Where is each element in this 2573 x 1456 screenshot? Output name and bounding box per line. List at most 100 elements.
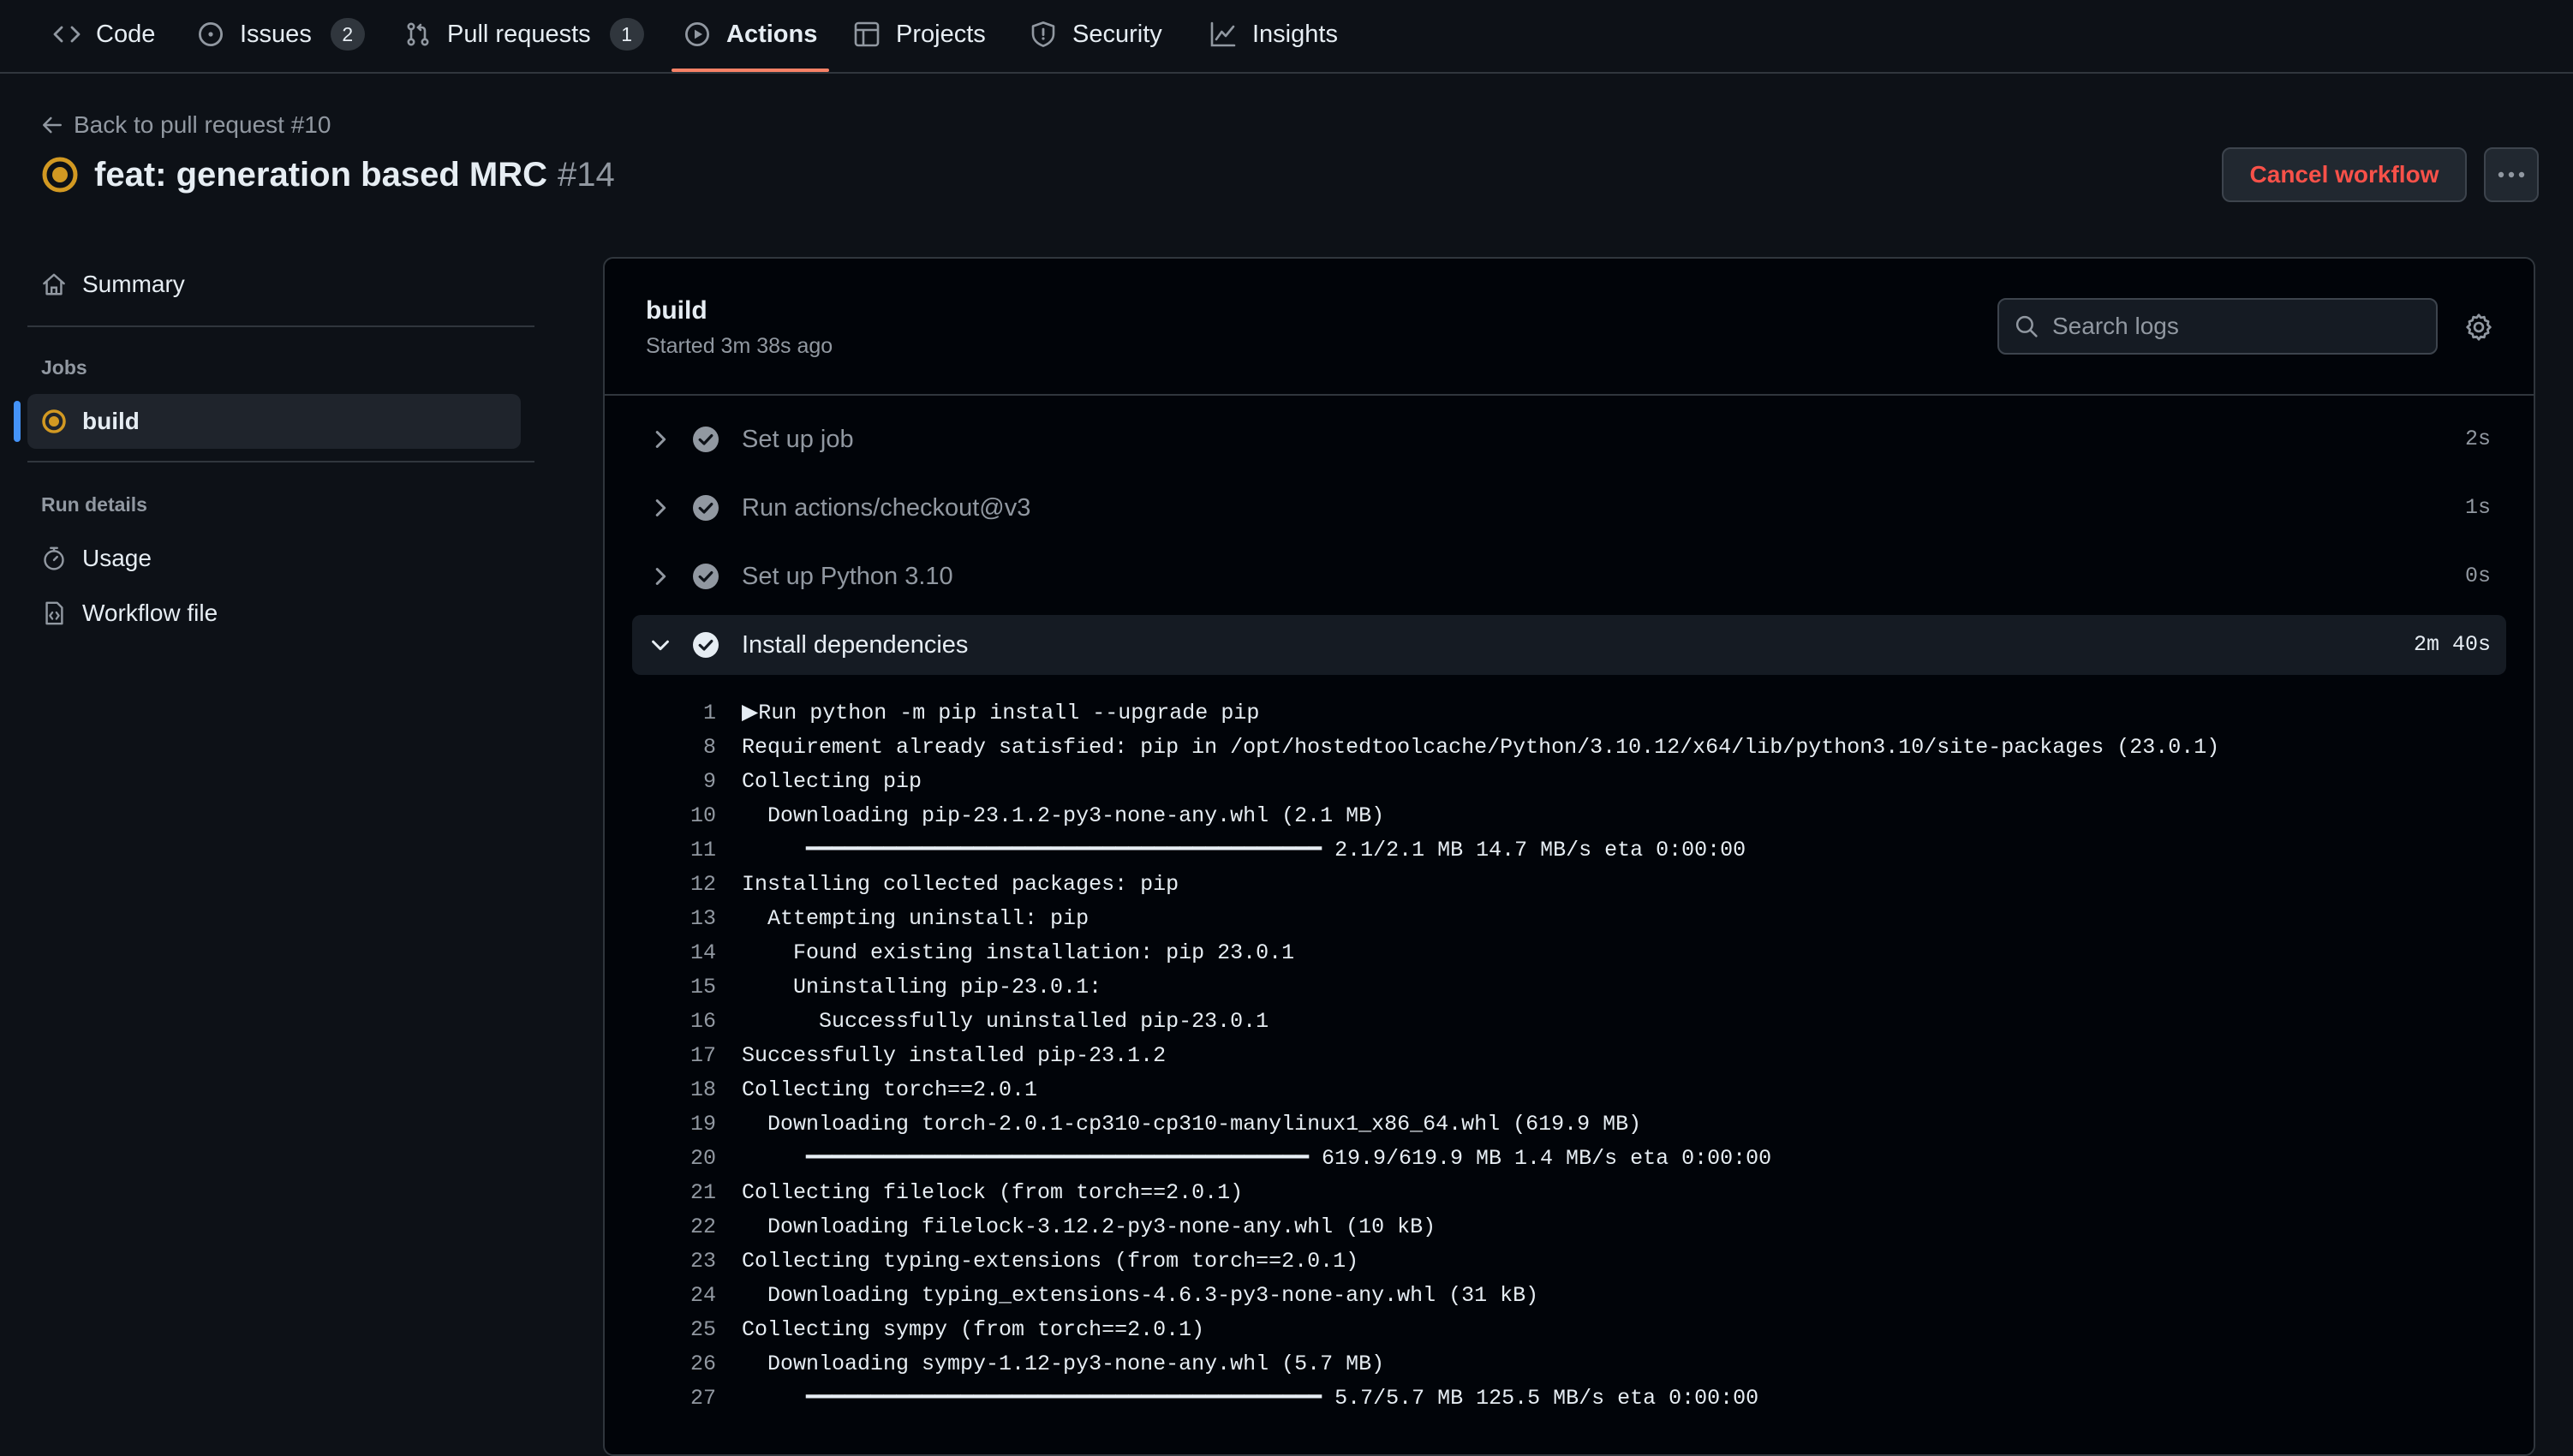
issues-count-badge: 2 [330,18,365,51]
arrow-left-icon [43,116,62,134]
workflow-run-title: feat: generation based MRC [94,155,547,194]
home-icon [43,273,65,295]
tab-actions-label: Actions [726,20,818,48]
chevron-down-icon [652,640,669,651]
check-circle-icon [693,427,719,452]
chevron-right-icon [655,499,666,516]
line-number[interactable]: 22 [632,1210,716,1244]
line-number[interactable]: 8 [632,731,716,765]
line-number[interactable]: 26 [632,1347,716,1381]
line-number[interactable]: 15 [632,970,716,1005]
tab-insights[interactable]: Insights [1209,0,1338,69]
log-line: 23 Collecting typing-extensions (from tor… [632,1244,2506,1279]
play-icon [684,21,710,47]
check-circle-icon [693,564,719,589]
log-text: Collecting torch==2.0.1 [742,1077,1038,1102]
line-number[interactable]: 27 [632,1381,716,1416]
search-logs-input[interactable] [2051,312,2414,341]
line-number[interactable]: 20 [632,1142,716,1176]
tab-issues[interactable]: Issues 2 [197,0,365,69]
log-line: 24 Downloading typing_extensions-4.6.3-p… [632,1279,2506,1313]
log-text[interactable]: ▶Run python -m pip install --upgrade pip [742,696,1259,731]
search-logs-field[interactable] [1997,298,2438,355]
log-text: ━━━━━━━━━━━━━━━━━━━━━━━━━━━━━━━━━━━━━━━ … [742,1146,1772,1171]
back-to-pull-request-link[interactable]: Back to pull request #10 [41,110,331,140]
line-number[interactable]: 21 [632,1176,716,1210]
step-set-up-job[interactable]: Set up job 2s [632,409,2506,469]
line-number[interactable]: 19 [632,1107,716,1142]
log-text: Collecting filelock (from torch==2.0.1) [742,1180,1244,1205]
issue-opened-icon [198,21,224,47]
step-set-up-python[interactable]: Set up Python 3.10 0s [632,546,2506,606]
tab-actions[interactable]: Actions [671,0,830,72]
log-text: Successfully installed pip-23.1.2 [742,1043,1167,1068]
log-line: 16 Successfully uninstalled pip-23.0.1 [632,1005,2506,1039]
sidebar-item-summary[interactable]: Summary [41,264,185,305]
kebab-horizontal-icon [2498,171,2525,178]
log-line: 9 Collecting pip [632,765,2506,799]
step-name: Run actions/checkout@v3 [742,494,1031,522]
line-number[interactable]: 13 [632,902,716,936]
log-line: 25 Collecting sympy (from torch==2.0.1) [632,1313,2506,1347]
step-install-dependencies[interactable]: Install dependencies 2m 40s [632,615,2506,675]
line-number[interactable]: 25 [632,1313,716,1347]
log-line: 27 ━━━━━━━━━━━━━━━━━━━━━━━━━━━━━━━━━━━━━… [632,1381,2506,1416]
line-number[interactable]: 24 [632,1279,716,1313]
sidebar-divider [27,325,534,327]
check-circle-icon [693,632,719,658]
step-log-output: 1 ▶Run python -m pip install --upgrade pi… [632,696,2506,1416]
run-number: #14 [557,155,615,194]
code-icon [53,26,81,43]
sidebar-divider [27,461,534,462]
log-line: 13 Attempting uninstall: pip [632,902,2506,936]
log-line: 11 ━━━━━━━━━━━━━━━━━━━━━━━━━━━━━━━━━━━━━… [632,833,2506,868]
log-text: Found existing installation: pip 23.0.1 [742,940,1295,965]
log-text: Collecting typing-extensions (from torch… [742,1249,1359,1274]
log-line: 15 Uninstalling pip-23.0.1: [632,970,2506,1005]
log-text: Uninstalling pip-23.0.1: [742,975,1102,1000]
jobs-heading: Jobs [41,356,87,379]
job-title: build [646,296,707,325]
tab-insights-label: Insights [1252,20,1338,48]
line-number[interactable]: 11 [632,833,716,868]
cancel-workflow-button[interactable]: Cancel workflow [2222,147,2467,202]
tab-security[interactable]: Security [1030,0,1162,69]
panel-header-divider [605,394,2534,396]
run-details-heading: Run details [41,493,147,516]
line-number[interactable]: 9 [632,765,716,799]
sidebar-workflow-file-label: Workflow file [82,600,218,626]
sidebar-summary-label: Summary [82,271,185,297]
step-duration: 2m 40s [2413,632,2491,657]
log-text: ━━━━━━━━━━━━━━━━━━━━━━━━━━━━━━━━━━━━━━━━… [742,1386,1759,1411]
line-number[interactable]: 14 [632,936,716,970]
step-name: Install dependencies [742,631,969,659]
search-icon [2015,315,2038,337]
tab-pull-requests[interactable]: Pull requests 1 [404,0,644,69]
line-number[interactable]: 16 [632,1005,716,1039]
log-line: 18 Collecting torch==2.0.1 [632,1073,2506,1107]
gear-icon [2466,313,2492,341]
tab-code[interactable]: Code [53,0,155,69]
line-number[interactable]: 17 [632,1039,716,1073]
back-link-label: Back to pull request #10 [74,111,331,138]
log-text: Downloading typing_extensions-4.6.3-py3-… [742,1283,1539,1308]
sidebar-item-build[interactable]: build [41,401,140,442]
line-number[interactable]: 23 [632,1244,716,1279]
sidebar-item-usage[interactable]: Usage [41,538,152,579]
line-number[interactable]: 12 [632,868,716,902]
line-number[interactable]: 10 [632,799,716,833]
sidebar-build-label: build [82,408,140,434]
line-number[interactable]: 1 [632,696,716,731]
tab-pull-requests-label: Pull requests [447,20,591,48]
log-line: 26 Downloading sympy-1.12-py3-none-any.w… [632,1347,2506,1381]
log-text: Collecting pip [742,769,922,794]
log-text: Downloading torch-2.0.1-cp310-cp310-many… [742,1112,1642,1137]
log-settings-button[interactable] [2463,312,2494,343]
line-number[interactable]: 18 [632,1073,716,1107]
repo-nav: Code Issues 2 Pull requests 1 Actions Pr… [0,0,2573,74]
step-run-actions-checkout[interactable]: Run actions/checkout@v3 1s [632,478,2506,538]
tab-projects[interactable]: Projects [853,0,986,69]
more-options-button[interactable] [2484,147,2539,202]
sidebar-item-workflow-file[interactable]: Workflow file [41,593,218,634]
in-progress-status-icon [42,157,78,193]
